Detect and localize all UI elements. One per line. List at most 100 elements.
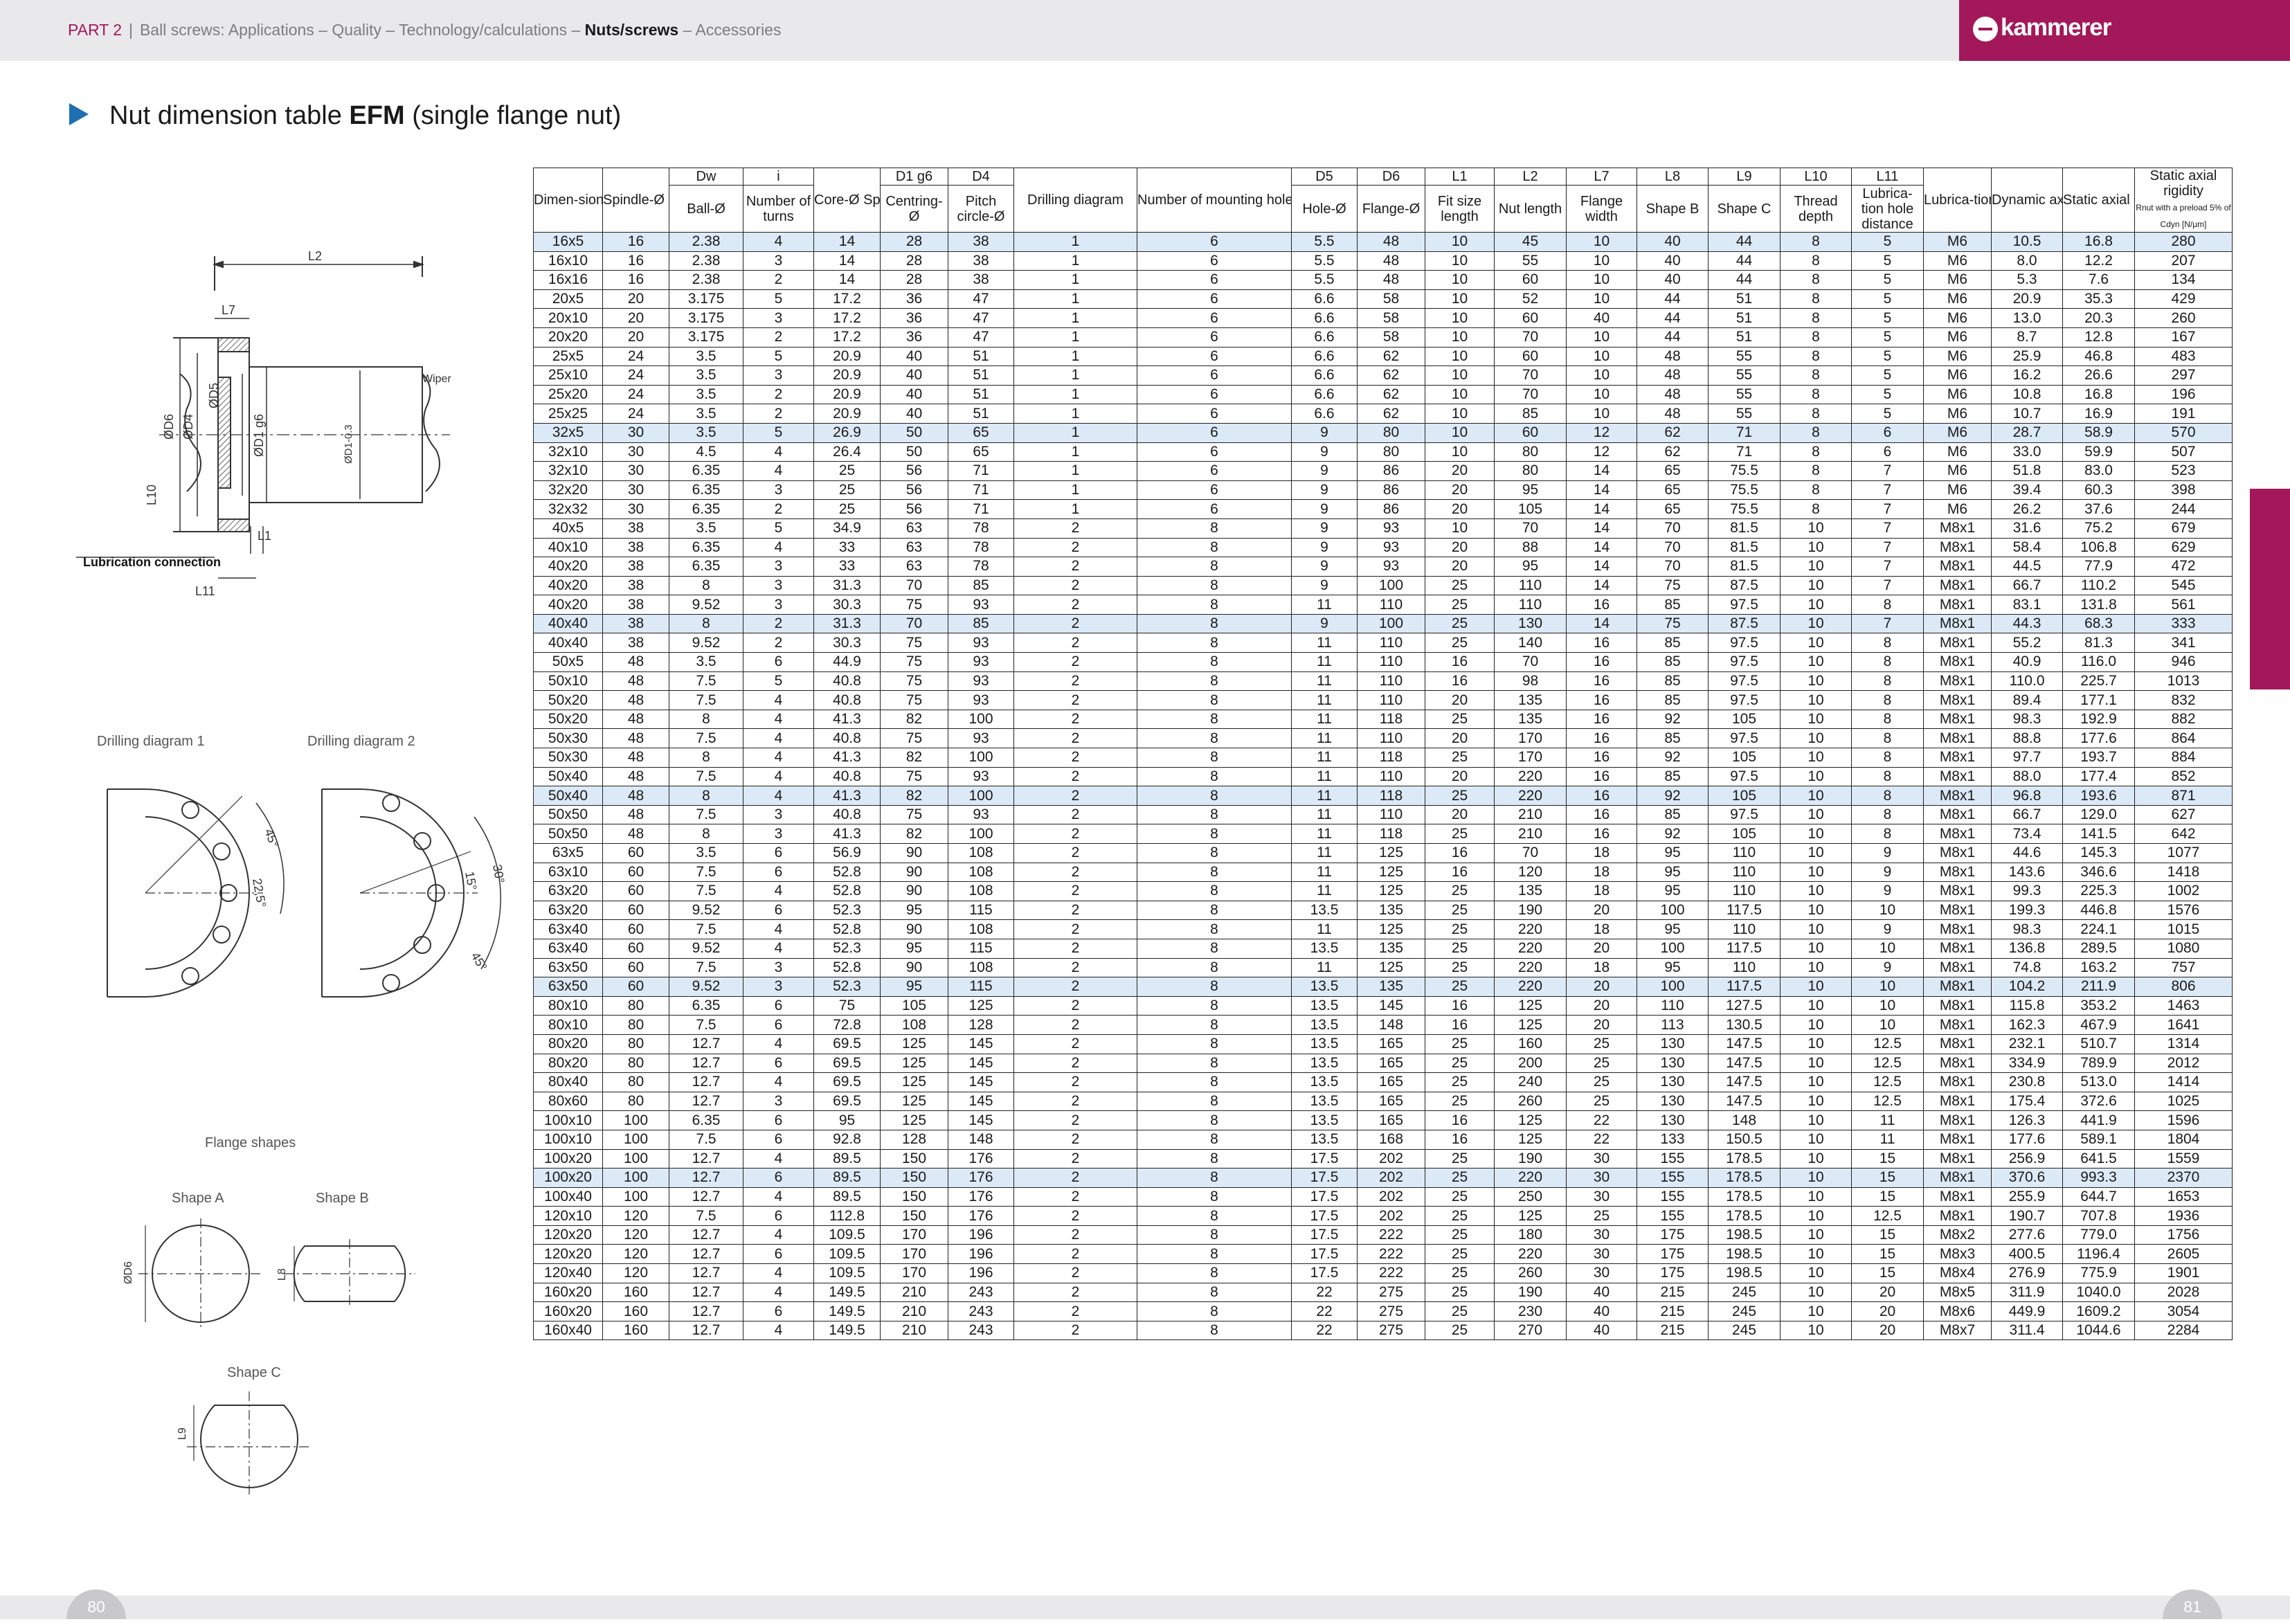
table-cell: 25	[1425, 786, 1495, 806]
table-cell: 8	[1137, 728, 1292, 749]
table-cell: 4	[743, 1187, 814, 1207]
table-cell: 149.5	[813, 1320, 881, 1341]
table-row: 50x20 48 7.5 4 40.8 75 93 2 8 11 110 20 135 16 85 97.5 1…	[533, 690, 2233, 710]
table-cell: 6	[1137, 289, 1292, 309]
table-cell: 202	[1357, 1187, 1425, 1207]
table-cell: 12.7	[669, 1053, 743, 1074]
table-cell: 25	[1425, 919, 1495, 939]
table-cell: 75	[880, 804, 948, 825]
table-cell: 6	[743, 1168, 814, 1188]
label-drill-1: Drilling diagram 1	[97, 734, 205, 749]
table-cell: 10	[1780, 1206, 1852, 1226]
table-cell: 44	[1637, 327, 1709, 348]
table-row: 50x30 48 7.5 4 40.8 75 93 2 8 11 110 20 170 16 85 97.5 1…	[533, 728, 2233, 749]
table-cell: 10	[1780, 824, 1852, 844]
table-cell: 71	[948, 461, 1014, 481]
table-cell: M8x1	[1923, 613, 1992, 634]
crumb-5[interactable]: Accessories	[695, 21, 781, 39]
table-cell: 864	[2134, 728, 2233, 749]
table-cell: 230.8	[1991, 1072, 2063, 1092]
label-D1b: ØD1-0.3	[343, 424, 354, 464]
table-cell: 56	[880, 461, 948, 481]
table-cell: 20	[1851, 1282, 1924, 1303]
table-cell: 10	[1780, 1072, 1852, 1092]
table-cell: 16.8	[2062, 384, 2135, 405]
crumb-2[interactable]: Quality	[332, 21, 381, 39]
table-cell: 280	[2134, 232, 2233, 252]
table-cell: 211.9	[2062, 977, 2135, 997]
nut-drawing: L2 L7 Wiper ØD6 ØD4 ØD5 ØD1 g6 ØD1-0.3 L…	[76, 249, 451, 598]
table-cell: 196	[2134, 384, 2233, 405]
table-cell: 88	[1494, 537, 1567, 558]
table-cell: 40	[1637, 251, 1709, 271]
table-cell: 22	[1291, 1301, 1358, 1321]
table-cell: 40.8	[813, 728, 881, 749]
table-cell: M6	[1923, 461, 1992, 481]
table-cell: 5	[743, 518, 814, 539]
table-cell: 6.6	[1291, 327, 1358, 348]
table-cell: 16	[1425, 843, 1495, 863]
th-rigidity: Static axial rigidity Rnut with a preload…	[2134, 168, 2233, 233]
table-cell: 8	[1851, 633, 1924, 653]
table-cell: 40x20	[533, 557, 603, 577]
th-pitch: Pitch circle-Ø	[948, 185, 1014, 233]
table-cell: 75	[880, 671, 948, 692]
table-cell: 48	[1637, 346, 1709, 367]
table-cell: 12.7	[669, 1320, 743, 1341]
crumb-current[interactable]: Nuts/screws	[585, 21, 679, 39]
table-cell: 60	[602, 919, 669, 939]
table-cell: 2	[1013, 613, 1137, 634]
table-cell: 757	[2134, 957, 2233, 978]
table-row: 40x20 38 6.35 3 33 63 78 2 8 9 93 20 95 14 70 81.5 10 7 M8…	[533, 557, 2233, 577]
table-cell: 4	[743, 1034, 814, 1054]
table-cell: 5.5	[1291, 232, 1358, 252]
table-cell: 80	[602, 1072, 669, 1092]
table-cell: 1641	[2134, 1015, 2233, 1035]
table-cell: 20	[1566, 995, 1637, 1016]
table-cell: 40x10	[533, 537, 603, 558]
table-cell: 12.7	[669, 1034, 743, 1054]
table-cell: 58	[1357, 289, 1425, 309]
crumb-3[interactable]: Technology/calculations	[399, 21, 567, 39]
table-cell: 4.5	[669, 442, 743, 462]
section-side-tab	[2250, 489, 2290, 689]
table-cell: 224.1	[2062, 919, 2135, 939]
table-cell: 85	[1637, 728, 1709, 749]
table-cell: M8x6	[1923, 1301, 1992, 1321]
table-cell: 6	[743, 1206, 814, 1226]
table-cell: 28	[880, 251, 948, 271]
table-cell: 125	[880, 1034, 948, 1054]
table-cell: 128	[948, 1015, 1014, 1035]
table-cell: 97.5	[1708, 766, 1780, 787]
table-cell: M8x1	[1923, 824, 1992, 844]
table-cell: 105	[1708, 786, 1780, 806]
table-cell: 25	[1425, 824, 1495, 844]
table-cell: 12.7	[669, 1072, 743, 1092]
table-cell: 100	[948, 748, 1014, 768]
table-cell: 25	[1425, 1034, 1495, 1054]
th-flange-width: Flange width	[1566, 185, 1637, 233]
table-cell: 8	[1780, 384, 1852, 405]
table-cell: 97.7	[1991, 748, 2063, 768]
table-cell: 192.9	[2062, 709, 2135, 730]
table-cell: 5	[743, 422, 814, 443]
table-cell: 11	[1291, 881, 1358, 901]
table-cell: 8	[1137, 1110, 1292, 1130]
table-cell: 130.5	[1708, 1015, 1780, 1035]
crumb-1[interactable]: Ball screws: Applications	[140, 21, 314, 39]
table-cell: 2	[1013, 709, 1137, 730]
table-cell: 5	[743, 346, 814, 367]
table-cell: 120x20	[533, 1225, 603, 1245]
table-cell: 627	[2134, 804, 2233, 825]
table-row: 40x40 38 8 2 31.3 70 85 2 8 9 100 25 130 14 75 87.5 10 7 M…	[533, 613, 2233, 634]
table-cell: 5.5	[1291, 251, 1358, 271]
table-cell: 10	[1851, 977, 1924, 997]
table-cell: 5	[1851, 251, 1924, 271]
table-cell: 125	[1494, 1129, 1567, 1150]
table-cell: 429	[2134, 289, 2233, 309]
table-cell: 62	[1357, 384, 1425, 405]
table-cell: 82	[880, 748, 948, 768]
table-cell: 8	[1137, 518, 1292, 539]
table-cell: 80	[602, 1015, 669, 1035]
table-cell: 2	[1013, 977, 1137, 997]
